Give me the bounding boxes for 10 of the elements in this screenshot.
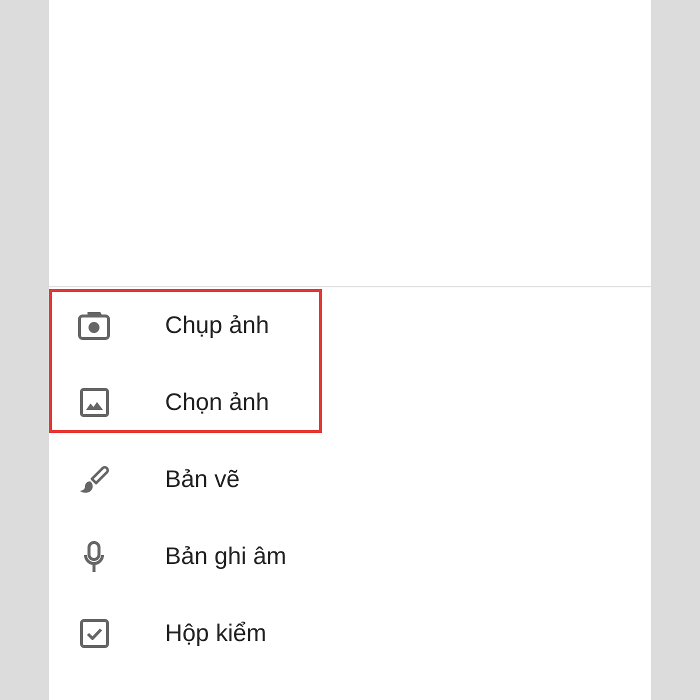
image-icon — [80, 388, 108, 417]
menu-item[interactable]: Chọn ảnh — [49, 364, 270, 441]
menu-item[interactable]: Bản vẽ — [49, 441, 240, 518]
menu-item[interactable]: Hộp kiểm — [49, 595, 266, 672]
menu-item[interactable]: Bản ghi âm — [49, 518, 286, 595]
checkbox-icon — [80, 619, 108, 648]
menu-item[interactable]: Chụp ảnh — [49, 287, 270, 364]
microphone-icon — [84, 540, 104, 572]
camera-icon — [78, 311, 110, 340]
paintbrush-icon — [78, 464, 110, 494]
